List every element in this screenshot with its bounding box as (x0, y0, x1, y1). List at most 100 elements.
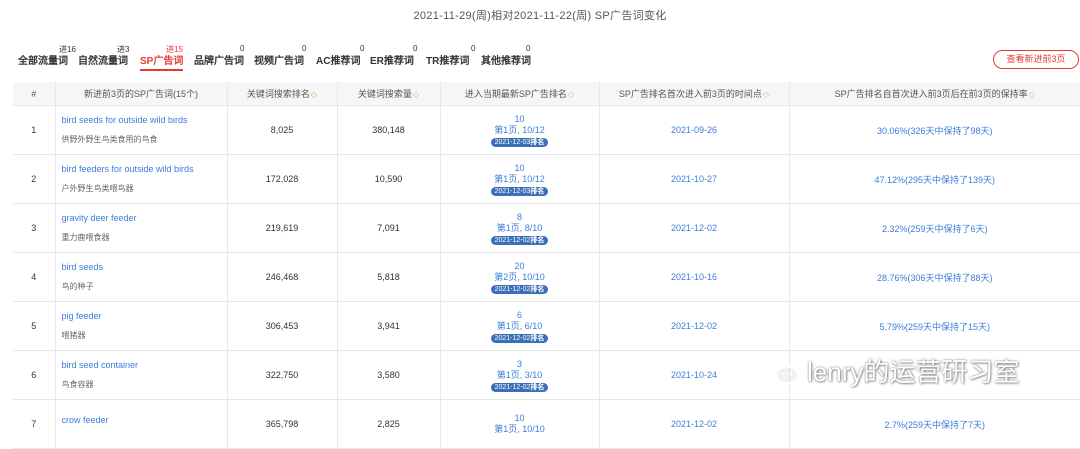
header-retention-rate[interactable]: SP广告排名自首次进入前3页后在前3页的保持率◇ (788, 82, 1080, 106)
latest-sp-rank[interactable]: 10 第1页, 10/12 2021-12-03排名 (439, 154, 599, 204)
watermark: lenry的运营研习室 (757, 352, 1019, 389)
tab-badge: 0 (302, 44, 307, 53)
keyword-link[interactable]: bird feeders for outside wild birds (62, 164, 227, 174)
rank-number: 6 (516, 309, 522, 320)
retention-rate[interactable]: 30.06%(326天中保持了98天) (788, 105, 1080, 155)
tab-other-recommended-words[interactable]: 其他推荐词 0 (481, 44, 531, 67)
rank-date-badge: 2021-12-02排名 (490, 382, 549, 392)
retention-rate[interactable]: 5.79%(259天中保持了15天) (788, 301, 1080, 351)
first-entry-time: 2021-12-02 (598, 399, 789, 449)
keyword-link[interactable]: bird seeds (62, 262, 227, 272)
keyword-cn: 重力鹿喂食器 (61, 233, 110, 242)
tab-video-ad-words[interactable]: 视频广告词 0 (254, 44, 306, 67)
keyword-cn: 供野外野生鸟类食用的鸟食 (61, 135, 158, 144)
sort-icon[interactable]: ◇ (311, 90, 317, 99)
tab-organic-traffic-words[interactable]: 自然流量词 进3 (78, 45, 129, 67)
tab-badge: 0 (413, 44, 418, 53)
rank-date-badge: 2021-12-03排名 (490, 186, 549, 196)
latest-sp-rank[interactable]: 3 第1页, 3/10 2021-12-02排名 (439, 350, 599, 400)
keyword-cn: 鸟食容器 (61, 380, 94, 389)
tab-all-traffic-words[interactable]: 全部流量词 进16 (18, 45, 76, 67)
keyword-link[interactable]: gravity deer feeder (62, 213, 227, 223)
tab-badge: 0 (360, 44, 365, 53)
retention-rate[interactable]: 28.76%(306天中保持了88天) (788, 252, 1080, 302)
keyword-cell: crow feeder (54, 399, 227, 449)
tab-ac-recommended-words[interactable]: AC推荐词 0 (316, 44, 364, 67)
keyword-link[interactable]: bird seed container (62, 360, 227, 370)
rank-page: 第1页, 10/10 (494, 424, 545, 434)
tab-label: AC推荐词 (316, 56, 361, 67)
sort-icon[interactable]: ◇ (763, 90, 769, 99)
view-new-top3-button[interactable]: 查看新进前3页 (993, 50, 1079, 69)
search-volume: 7,091 (336, 203, 440, 253)
tab-badge: 进16 (59, 45, 76, 54)
tab-badge: 进3 (117, 45, 130, 54)
tab-tr-recommended-words[interactable]: TR推荐词 0 (426, 44, 475, 67)
tab-label: 视频广告词 (254, 56, 304, 67)
keyword-cn: 户外野生鸟类喂鸟器 (61, 184, 134, 193)
sort-icon[interactable]: ◇ (1029, 90, 1035, 99)
keyword-link[interactable]: crow feeder (62, 415, 227, 425)
tab-label: 品牌广告词 (194, 56, 244, 67)
tab-label: 自然流量词 (78, 56, 128, 67)
latest-sp-rank[interactable]: 10 第1页, 10/10 (439, 399, 599, 449)
rank-date-badge: 2021-12-03排名 (490, 137, 549, 147)
header-first-entry-time[interactable]: SP广告排名首次进入前3页的时间点◇ (598, 82, 789, 106)
rank-page: 第1页, 6/10 (496, 320, 543, 331)
keyword-link[interactable]: pig feeder (62, 311, 227, 321)
row-index: 3 (13, 203, 55, 253)
search-rank: 365,798 (226, 399, 337, 449)
keyword-cell: pig feeder 喂猪器 (54, 301, 227, 351)
tab-sp-ad-words[interactable]: SP广告词 进15 (140, 45, 184, 71)
rank-number: 3 (516, 358, 522, 369)
keyword-cell: bird seed container 鸟食容器 (54, 350, 227, 400)
rank-date-badge: 2021-12-02排名 (490, 333, 549, 343)
first-entry-time: 2021-12-02 (598, 203, 789, 253)
keyword-cell: gravity deer feeder 重力鹿喂食器 (54, 203, 227, 253)
tab-er-recommended-words[interactable]: ER推荐词 0 (370, 44, 417, 67)
rank-number: 10 (514, 413, 525, 423)
page-title: 2021-11-29(周)相对2021-11-22(周) SP广告词变化 (413, 10, 667, 22)
tab-brand-ad-words[interactable]: 品牌广告词 0 (194, 44, 244, 67)
search-volume: 380,148 (336, 105, 440, 155)
search-rank: 246,468 (226, 252, 337, 302)
tab-label: TR推荐词 (426, 56, 470, 67)
rank-page: 第1页, 8/10 (496, 222, 543, 233)
latest-sp-rank[interactable]: 10 第1页, 10/12 2021-12-03排名 (439, 105, 599, 155)
rank-page: 第2页, 10/10 (494, 271, 545, 282)
sort-icon[interactable]: ◇ (568, 90, 574, 99)
first-entry-time: 2021-09-26 (598, 105, 789, 155)
tab-badge: 0 (526, 44, 531, 53)
search-volume: 3,941 (336, 301, 440, 351)
rank-date-badge: 2021-12-02排名 (490, 284, 549, 294)
retention-rate[interactable]: 47.12%(295天中保持了139天) (788, 154, 1080, 204)
keyword-cell: bird seeds 鸟的种子 (54, 252, 227, 302)
rank-page: 第1页, 10/12 (494, 173, 545, 184)
keyword-cn: 鸟的种子 (61, 282, 94, 291)
rank-page: 第1页, 3/10 (496, 369, 543, 380)
keyword-table: # 新进前3页的SP广告词(15个) 关键词搜索排名◇ 关键词搜索量◇ 进入当期… (13, 82, 1080, 449)
first-entry-time: 2021-10-27 (598, 154, 789, 204)
row-index: 6 (13, 350, 55, 400)
sort-icon[interactable]: ◇ (413, 90, 419, 99)
keyword-link[interactable]: bird seeds for outside wild birds (62, 115, 227, 125)
retention-rate[interactable]: 2.7%(259天中保持了7天) (788, 399, 1080, 449)
header-search-rank[interactable]: 关键词搜索排名◇ (226, 82, 337, 106)
latest-sp-rank[interactable]: 20 第2页, 10/10 2021-12-02排名 (439, 252, 599, 302)
search-rank: 172,028 (226, 154, 337, 204)
retention-rate[interactable]: 2.32%(259天中保持了6天) (788, 203, 1080, 253)
tab-label: 其他推荐词 (481, 56, 531, 67)
search-rank: 8,025 (226, 105, 337, 155)
header-search-volume[interactable]: 关键词搜索量◇ (336, 82, 440, 106)
rank-number: 20 (514, 260, 525, 271)
latest-sp-rank[interactable]: 6 第1页, 6/10 2021-12-02排名 (439, 301, 599, 351)
keyword-cell: bird feeders for outside wild birds 户外野生鸟… (54, 154, 227, 204)
header-index: # (13, 82, 55, 106)
header-latest-sp-rank[interactable]: 进入当期最新SP广告排名◇ (439, 82, 599, 106)
latest-sp-rank[interactable]: 8 第1页, 8/10 2021-12-02排名 (439, 203, 599, 253)
tab-label: 全部流量词 (18, 56, 68, 67)
rank-number: 10 (514, 162, 525, 173)
tab-label: SP广告词 (140, 56, 184, 67)
row-index: 4 (13, 252, 55, 302)
table-row: 5 pig feeder 喂猪器 306,453 3,941 6 第1页, 6/10 2021… (13, 301, 1080, 351)
